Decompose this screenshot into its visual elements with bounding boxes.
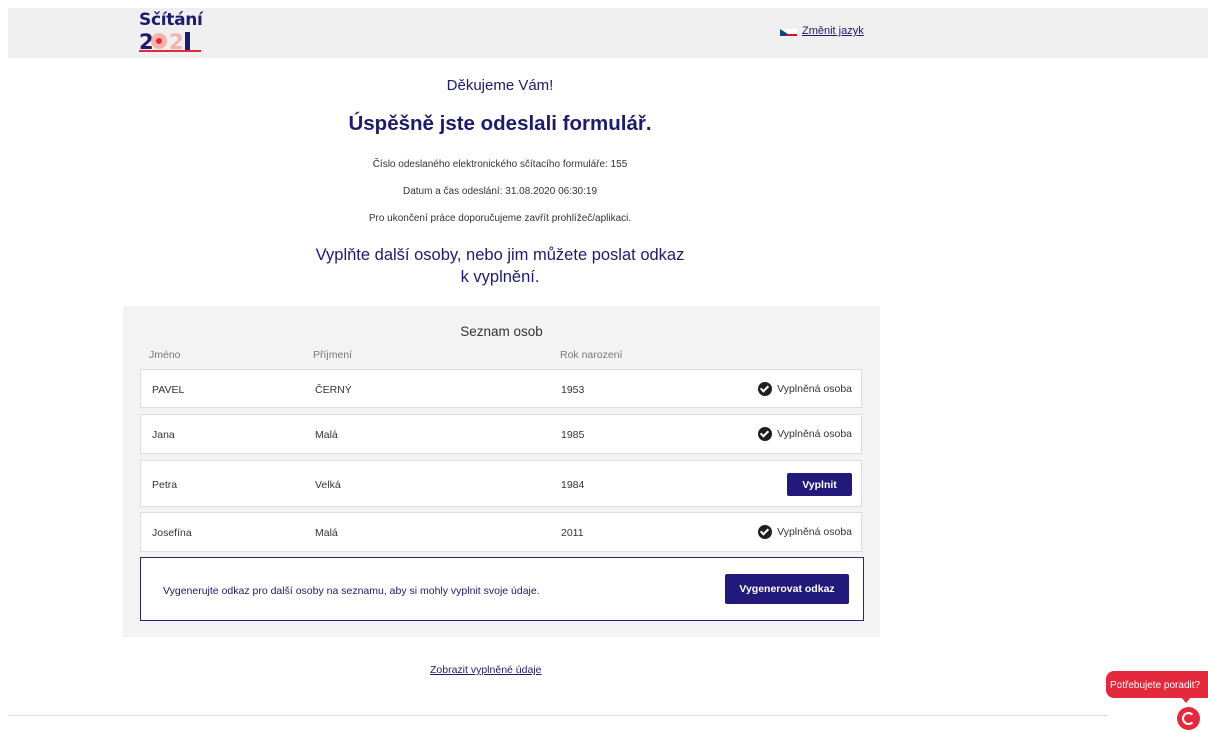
- generate-link-text: Vygenerujte odkaz pro další osoby na sez…: [163, 585, 540, 597]
- subheading: Vyplňte další osoby, nebo jim můžete pos…: [0, 244, 1000, 288]
- top-header: Sčítání 2 2 Změnit jazyk: [8, 8, 1208, 58]
- change-language-link[interactable]: Změnit jazyk: [802, 25, 864, 37]
- column-header-birth-year: Rok narození: [560, 349, 623, 361]
- show-filled-data-link[interactable]: Zobrazit vyplněné údaje: [430, 664, 542, 676]
- table-row: Petra Velká 1984 Vyplnit: [140, 460, 862, 507]
- birth-year-cell: 1985: [561, 429, 585, 441]
- generate-link-button[interactable]: Vygenerovat odkaz: [725, 574, 849, 604]
- table-row: Josefína Malá 2011 Vyplněná osoba: [140, 512, 862, 552]
- thanks-text: Děkujeme Vám!: [446, 77, 554, 94]
- footer-divider: [8, 715, 1108, 716]
- language-switcher[interactable]: Změnit jazyk: [780, 25, 864, 37]
- table-row: PAVEL ČERNÝ 1953 Vyplněná osoba: [140, 369, 862, 408]
- fill-person-button[interactable]: Vyplnit: [787, 473, 852, 496]
- status-completed: Vyplněná osoba: [758, 382, 852, 396]
- sent-datetime-text: Datum a čas odeslání: 31.08.2020 06:30:1…: [402, 186, 598, 197]
- first-name-cell: PAVEL: [152, 384, 185, 396]
- table-row: Jana Malá 1985 Vyplněná osoba: [140, 414, 862, 454]
- help-bubble[interactable]: Potřebujete poradit?: [1106, 671, 1208, 698]
- logo-year-digit-1: [185, 32, 190, 50]
- scitani-logo[interactable]: Sčítání 2 2: [139, 10, 209, 56]
- help-bubble-tail: [1181, 697, 1191, 703]
- czech-flag-icon: [780, 26, 797, 36]
- last-name-cell: Malá: [315, 527, 338, 539]
- logo-year-zero-dot: [156, 38, 162, 44]
- logo-text: Sčítání: [139, 10, 203, 30]
- birth-year-cell: 2011: [561, 527, 584, 539]
- status-label: Vyplněná osoba: [777, 428, 852, 440]
- persons-panel: Seznam osob Jméno Příjmení Rok narození …: [123, 306, 880, 637]
- last-name-cell: Malá: [315, 429, 338, 441]
- column-header-first-name: Jméno: [149, 349, 181, 361]
- status-completed: Vyplněná osoba: [758, 525, 852, 539]
- subheading-line-1: Vyplňte další osoby, nebo jim můžete pos…: [315, 246, 685, 264]
- first-name-cell: Josefína: [152, 527, 192, 539]
- close-hint-text: Pro ukončení práce doporučujeme zavřít p…: [368, 213, 632, 224]
- logo-year-graphic: 2 2: [139, 30, 201, 52]
- logo-year-digit-2b: 2: [169, 30, 184, 52]
- subheading-line-2: k vyplnění.: [460, 268, 540, 286]
- last-name-cell: Velká: [315, 479, 341, 491]
- logo-underline: [139, 50, 201, 52]
- persons-panel-title: Seznam osob: [460, 324, 543, 339]
- first-name-cell: Jana: [152, 429, 175, 441]
- first-name-cell: Petra: [152, 479, 178, 491]
- column-header-last-name: Příjmení: [313, 349, 353, 361]
- form-number-text: Číslo odeslaného elektronického sčítacíh…: [372, 159, 628, 170]
- check-circle-icon: [758, 525, 773, 539]
- generate-link-box: Vygenerujte odkaz pro další osoby na sez…: [140, 557, 864, 621]
- last-name-cell: ČERNÝ: [315, 384, 352, 396]
- status-label: Vyplněná osoba: [777, 526, 852, 538]
- check-circle-icon: [758, 382, 773, 396]
- birth-year-cell: 1953: [561, 384, 585, 396]
- check-circle-icon: [758, 427, 773, 441]
- status-completed: Vyplněná osoba: [758, 427, 852, 441]
- status-label: Vyplněná osoba: [777, 383, 852, 395]
- chat-help-icon[interactable]: [1177, 707, 1200, 730]
- page-title: Úspěšně jste odeslali formulář.: [348, 112, 652, 135]
- birth-year-cell: 1984: [561, 479, 585, 491]
